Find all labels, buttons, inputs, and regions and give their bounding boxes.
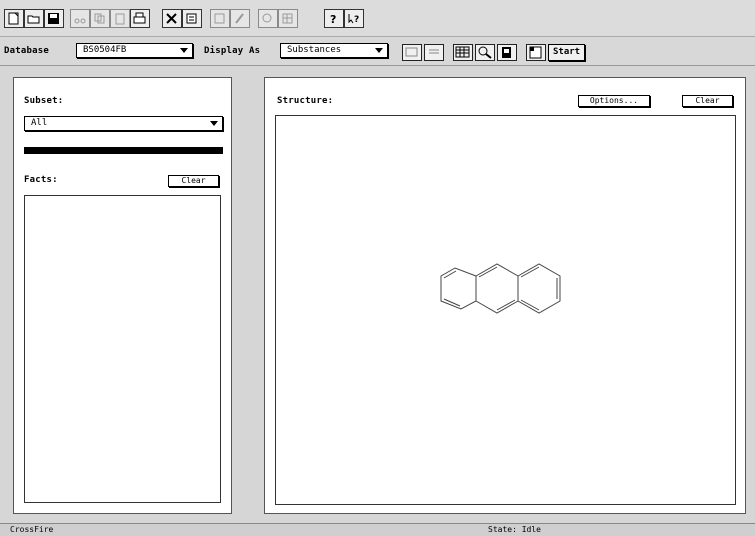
facts-list[interactable] xyxy=(24,195,221,503)
svg-text:?: ? xyxy=(330,13,336,25)
facts-clear-button[interactable]: Clear xyxy=(168,175,219,187)
right-ring xyxy=(517,263,561,314)
structure-label: Structure: xyxy=(277,96,334,106)
display-as-value: Substances xyxy=(287,45,342,55)
display-as-dropdown[interactable]: Substances xyxy=(280,43,388,58)
status-left-text: CrossFire xyxy=(10,525,54,534)
right-panel: Structure: Options... Clear xyxy=(264,77,746,514)
subset-value: All xyxy=(31,118,48,128)
status-middle-text: State: Idle xyxy=(488,525,541,534)
context-help-icon[interactable]: ? xyxy=(344,9,364,28)
database-label: Database xyxy=(4,46,49,56)
chevron-down-icon xyxy=(210,121,218,126)
options-button[interactable]: Options... xyxy=(578,95,650,107)
structure-canvas[interactable] xyxy=(275,115,736,505)
paste-icon[interactable] xyxy=(110,9,130,28)
start-button[interactable]: Start xyxy=(548,44,586,61)
hit-list-icon[interactable] xyxy=(182,9,202,28)
save-icon[interactable] xyxy=(44,9,64,28)
database-toolbar: Database BS0504FB Display As Substances … xyxy=(0,37,755,66)
status-bar: CrossFire State: Idle xyxy=(0,523,755,536)
print-icon[interactable] xyxy=(130,9,150,28)
text-view-icon[interactable] xyxy=(424,44,444,61)
display-as-label: Display As xyxy=(204,46,261,56)
query-icon[interactable] xyxy=(162,9,182,28)
edit-icon[interactable] xyxy=(210,9,230,28)
cut-icon[interactable] xyxy=(70,9,90,28)
main-toolbar: ? ? xyxy=(0,0,755,37)
magnifier-icon[interactable] xyxy=(475,44,495,61)
structure-clear-button[interactable]: Clear xyxy=(682,95,733,107)
pencil-icon[interactable] xyxy=(230,9,250,28)
left-panel: Subset: All Facts: Clear xyxy=(13,77,232,514)
database-dropdown[interactable]: BS0504FB xyxy=(76,43,193,58)
page-icon[interactable] xyxy=(526,44,546,61)
open-folder-icon[interactable] xyxy=(24,9,44,28)
anthracene-structure xyxy=(440,263,561,314)
table-icon[interactable] xyxy=(278,9,298,28)
svg-text:?: ? xyxy=(354,15,359,25)
copy-icon[interactable] xyxy=(90,9,110,28)
chevron-down-icon xyxy=(180,48,188,53)
chevron-down-icon xyxy=(375,48,383,53)
document-icon[interactable] xyxy=(497,44,517,61)
subset-label: Subset: xyxy=(24,96,64,106)
facts-label: Facts: xyxy=(24,175,58,185)
subset-dropdown[interactable]: All xyxy=(24,116,223,131)
progress-bar xyxy=(24,147,223,154)
record-icon[interactable] xyxy=(258,9,278,28)
database-value: BS0504FB xyxy=(83,45,127,55)
help-icon[interactable]: ? xyxy=(324,9,344,28)
structure-view-icon[interactable] xyxy=(402,44,422,61)
new-file-icon[interactable] xyxy=(4,9,24,28)
grid-view-icon[interactable] xyxy=(453,44,473,61)
left-ring xyxy=(440,267,477,310)
middle-ring xyxy=(475,263,519,314)
